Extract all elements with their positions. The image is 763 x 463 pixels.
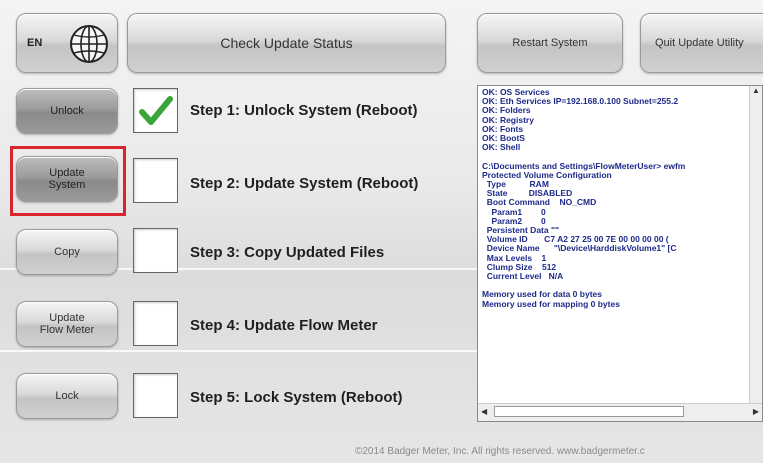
unlock-button-label: Unlock xyxy=(50,105,84,117)
step-3-checkbox xyxy=(133,228,178,273)
step-2-label: Step 2: Update System (Reboot) xyxy=(190,175,419,192)
quit-update-utility-label: Quit Update Utility xyxy=(655,37,744,49)
console-line: OK: Shell xyxy=(482,142,521,153)
step-2-checkbox xyxy=(133,158,178,203)
check-update-status-button[interactable]: Check Update Status xyxy=(127,13,446,73)
console-line: OK: BootS xyxy=(482,133,525,144)
horizontal-scroll-thumb[interactable] xyxy=(494,406,684,417)
update-flow-meter-button-label: Update Flow Meter xyxy=(39,312,95,336)
language-button[interactable]: EN xyxy=(16,13,118,73)
step-5-label: Step 5: Lock System (Reboot) xyxy=(190,389,403,406)
check-update-status-label: Check Update Status xyxy=(220,35,353,51)
unlock-button[interactable]: Unlock xyxy=(16,88,118,134)
console-line: Memory used for mapping 0 bytes xyxy=(482,298,620,309)
step-5-checkbox xyxy=(133,373,178,418)
copy-button-label: Copy xyxy=(54,246,80,258)
update-system-button[interactable]: Update System xyxy=(16,156,118,202)
lock-button-label: Lock xyxy=(55,390,79,402)
console-text: OK: OS Services OK: Eth Services IP=192.1… xyxy=(482,88,748,403)
checkmark-icon xyxy=(138,93,174,134)
quit-update-utility-button[interactable]: Quit Update Utility xyxy=(640,13,763,73)
update-system-button-label: Update System xyxy=(48,167,86,191)
restart-system-label: Restart System xyxy=(512,37,588,49)
step-4-checkbox xyxy=(133,301,178,346)
scroll-left-icon[interactable]: ◀ xyxy=(481,407,487,416)
globe-icon xyxy=(69,24,109,69)
console-line: Current Level N/A xyxy=(482,271,564,282)
copyright-footer: ©2014 Badger Meter, Inc. All rights rese… xyxy=(355,446,645,457)
step-1-label: Step 1: Unlock System (Reboot) xyxy=(190,102,418,119)
update-flow-meter-button[interactable]: Update Flow Meter xyxy=(16,301,118,347)
scroll-up-icon[interactable]: ▲ xyxy=(752,86,760,95)
horizontal-scrollbar[interactable]: ◀ ▶ xyxy=(478,403,762,421)
console-output[interactable]: OK: OS Services OK: Eth Services IP=192.1… xyxy=(477,85,763,422)
vertical-scrollbar[interactable]: ▲ xyxy=(749,86,762,403)
restart-system-button[interactable]: Restart System xyxy=(477,13,623,73)
lock-button[interactable]: Lock xyxy=(16,373,118,419)
scroll-right-icon[interactable]: ▶ xyxy=(753,407,759,416)
step-1-checkbox xyxy=(133,88,178,133)
copy-button[interactable]: Copy xyxy=(16,229,118,275)
step-3-label: Step 3: Copy Updated Files xyxy=(190,244,385,261)
language-code: EN xyxy=(27,37,43,49)
step-4-label: Step 4: Update Flow Meter xyxy=(190,317,378,334)
